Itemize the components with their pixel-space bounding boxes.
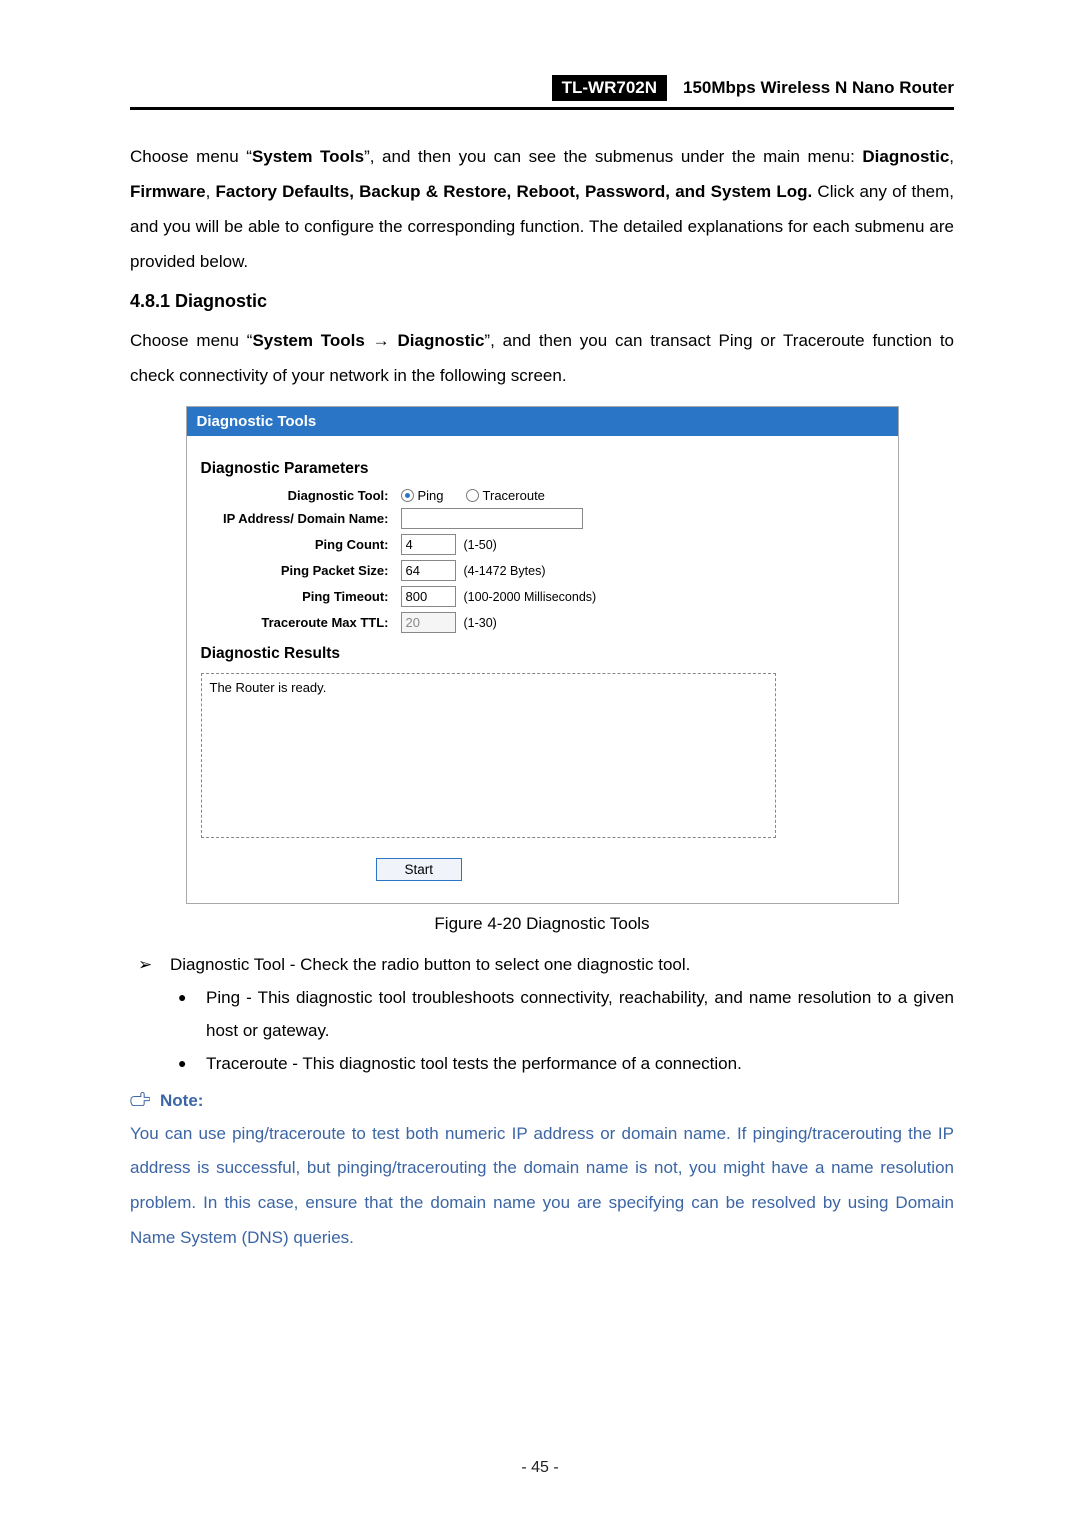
note-header: Note: bbox=[130, 1091, 954, 1111]
radio-dot-icon bbox=[401, 489, 414, 502]
section-intro: Choose menu “System Tools → Diagnostic”,… bbox=[130, 324, 954, 394]
note-body: You can use ping/traceroute to test both… bbox=[130, 1117, 954, 1256]
list-item: ● Ping - This diagnostic tool troublesho… bbox=[178, 981, 954, 1047]
note-label: Note: bbox=[160, 1091, 203, 1111]
radio-ping[interactable]: Ping bbox=[401, 488, 444, 503]
params-heading: Diagnostic Parameters bbox=[201, 460, 884, 478]
figure-caption: Figure 4-20 Diagnostic Tools bbox=[130, 914, 954, 934]
panel-title: Diagnostic Tools bbox=[187, 407, 898, 436]
model-label: TL-WR702N bbox=[552, 75, 667, 101]
product-desc: 150Mbps Wireless N Nano Router bbox=[683, 78, 954, 98]
row-timeout: Ping Timeout: (100-2000 Milliseconds) bbox=[201, 586, 884, 607]
diagnostic-screenshot: Diagnostic Tools Diagnostic Parameters D… bbox=[186, 406, 899, 904]
results-heading: Diagnostic Results bbox=[201, 645, 884, 663]
ping-count-input[interactable] bbox=[401, 534, 456, 555]
bullet-icon: ● bbox=[178, 981, 206, 1047]
packet-size-input[interactable] bbox=[401, 560, 456, 581]
radio-dot-icon bbox=[466, 489, 479, 502]
list-item: ➢ Diagnostic Tool - Check the radio butt… bbox=[138, 948, 954, 981]
radio-traceroute[interactable]: Traceroute bbox=[466, 488, 545, 503]
timeout-input[interactable] bbox=[401, 586, 456, 607]
row-ip: IP Address/ Domain Name: bbox=[201, 508, 884, 529]
row-ttl: Traceroute Max TTL: (1-30) bbox=[201, 612, 884, 633]
bullet-icon: ● bbox=[178, 1047, 206, 1080]
page-header: TL-WR702N 150Mbps Wireless N Nano Router bbox=[130, 75, 954, 110]
row-packet-size: Ping Packet Size: (4-1472 Bytes) bbox=[201, 560, 884, 581]
start-button[interactable]: Start bbox=[376, 858, 463, 881]
chevron-right-icon: ➢ bbox=[138, 948, 170, 981]
hand-point-icon bbox=[130, 1091, 150, 1111]
ip-input[interactable] bbox=[401, 508, 583, 529]
row-diagnostic-tool: Diagnostic Tool: Ping Traceroute bbox=[201, 488, 884, 503]
intro-paragraph: Choose menu “System Tools”, and then you… bbox=[130, 140, 954, 279]
list-item: ● Traceroute - This diagnostic tool test… bbox=[178, 1047, 954, 1080]
ttl-input bbox=[401, 612, 456, 633]
results-box: The Router is ready. bbox=[201, 673, 776, 838]
section-heading: 4.8.1 Diagnostic bbox=[130, 291, 954, 312]
results-text: The Router is ready. bbox=[210, 680, 327, 695]
row-ping-count: Ping Count: (1-50) bbox=[201, 534, 884, 555]
page-number: - 45 - bbox=[0, 1459, 1080, 1477]
